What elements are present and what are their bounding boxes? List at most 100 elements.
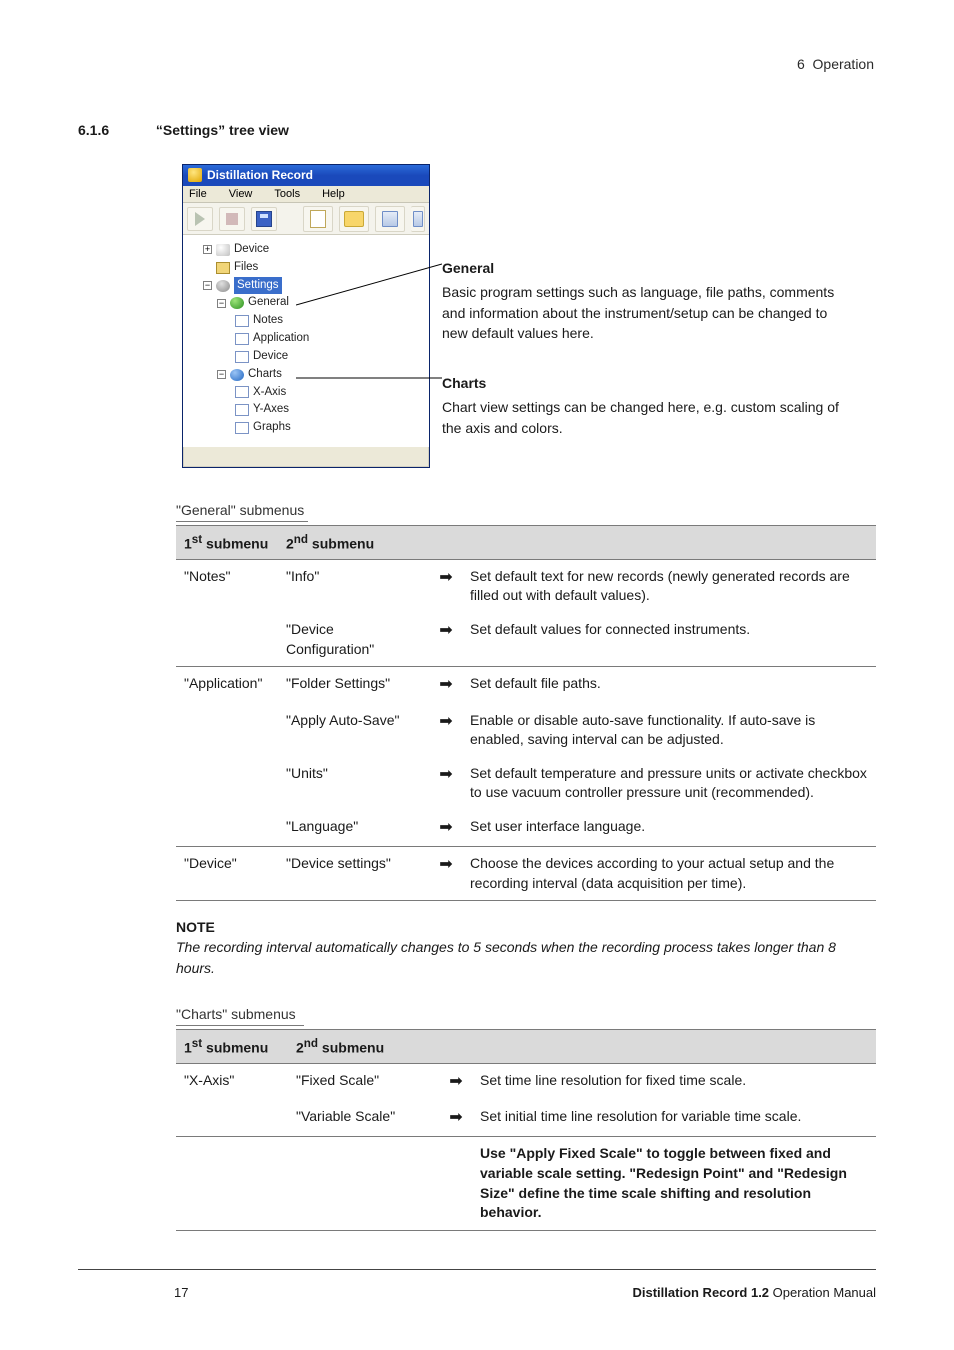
col2-head: 2nd submenu <box>288 1030 440 1064</box>
gear-icon <box>216 280 230 292</box>
c1-cell: "Notes" <box>176 559 278 613</box>
tree-item-yaxes[interactable]: Y-Axes <box>189 401 423 419</box>
c2-cell: "Device Configuration" <box>278 613 430 667</box>
arrow-cell: ➡ <box>440 1100 472 1137</box>
arrow-icon: ➡ <box>439 766 452 783</box>
device-icon <box>216 244 230 256</box>
tree-item-graphs[interactable]: Graphs <box>189 419 423 437</box>
document-icon <box>310 210 326 228</box>
desc-cell: Set time line resolution for fixed time … <box>472 1063 876 1100</box>
c2-cell: "Device settings" <box>278 847 430 901</box>
c1-cell: "Application" <box>176 667 278 704</box>
table-row: "Device Configuration"➡Set default value… <box>176 613 876 667</box>
panel-button[interactable] <box>375 206 405 232</box>
folder-icon <box>344 211 364 227</box>
collapse-icon[interactable]: − <box>203 281 212 290</box>
menu-help[interactable]: Help <box>322 188 345 200</box>
c1-cell <box>176 757 278 810</box>
toolbar <box>183 203 429 235</box>
menu-view[interactable]: View <box>229 188 253 200</box>
footer-rule <box>78 1269 876 1270</box>
play-button[interactable] <box>187 207 213 231</box>
col-arrow-head <box>430 526 462 560</box>
desc-cell: Set initial time line resolution for var… <box>472 1100 876 1137</box>
section-heading: 6.1.6 “Settings” tree view <box>78 122 876 138</box>
page-icon <box>235 422 249 434</box>
tree-item-settings[interactable]: −Settings <box>189 277 423 295</box>
table-caption: "Charts" submenus <box>176 1006 304 1026</box>
menu-file[interactable]: File <box>189 188 207 200</box>
col-desc-head <box>462 526 876 560</box>
arrow-icon: ➡ <box>449 1073 462 1090</box>
c2-cell: "Info" <box>278 559 430 613</box>
tree-item-files[interactable]: Files <box>189 259 423 277</box>
expand-icon[interactable]: + <box>203 245 212 254</box>
col-arrow-head <box>440 1030 472 1064</box>
c2-cell: "Units" <box>278 757 430 810</box>
arrow-icon: ➡ <box>449 1109 462 1126</box>
new-button[interactable] <box>303 206 333 232</box>
c1-cell <box>176 810 278 847</box>
callout-body: Basic program settings such as language,… <box>442 282 852 343</box>
app-screenshot: Distillation Record File View Tools Help… <box>182 164 430 468</box>
menu-tools[interactable]: Tools <box>274 188 300 200</box>
panel-icon <box>413 211 423 227</box>
callout-title: Charts <box>442 373 852 393</box>
tree-item-application[interactable]: Application <box>189 330 423 348</box>
arrow-cell: ➡ <box>430 613 462 667</box>
desc-cell: Set default file paths. <box>462 667 876 704</box>
note-block: NOTE The recording interval automaticall… <box>176 919 876 978</box>
desc-cell: Enable or disable auto-save functionalit… <box>462 704 876 757</box>
table-row: "Apply Auto-Save"➡Enable or disable auto… <box>176 704 876 757</box>
tree-item-general[interactable]: −General <box>189 294 423 312</box>
col1-head: 1st submenu <box>176 1030 288 1064</box>
c2-cell: "Apply Auto-Save" <box>278 704 430 757</box>
menubar[interactable]: File View Tools Help <box>183 186 429 203</box>
running-head: 6 Operation <box>78 56 876 72</box>
files-icon <box>216 262 230 274</box>
tree-item-xaxis[interactable]: X-Axis <box>189 384 423 402</box>
save-button[interactable] <box>251 207 277 231</box>
table-row: "Application""Folder Settings"➡Set defau… <box>176 667 876 704</box>
general-table: 1st submenu 2nd submenu "Notes""Info"➡Se… <box>176 525 876 901</box>
arrow-icon: ➡ <box>439 569 452 586</box>
c1-cell <box>176 1100 288 1137</box>
charts-table: 1st submenu 2nd submenu "X-Axis""Fixed S… <box>176 1029 876 1231</box>
open-button[interactable] <box>339 206 369 232</box>
c1-cell <box>176 613 278 667</box>
panel-button-2[interactable] <box>411 206 425 232</box>
arrow-icon: ➡ <box>439 622 452 639</box>
arrow-icon: ➡ <box>439 856 452 873</box>
section-title: “Settings” tree view <box>156 122 289 138</box>
desc-cell: Choose the devices according to your act… <box>462 847 876 901</box>
col1-head: 1st submenu <box>176 526 278 560</box>
stop-icon <box>226 213 238 225</box>
table-row: "X-Axis""Fixed Scale"➡Set time line reso… <box>176 1063 876 1100</box>
table-row: "Variable Scale"➡Set initial time line r… <box>176 1100 876 1137</box>
play-icon <box>195 212 205 226</box>
panel-icon <box>382 211 398 227</box>
arrow-cell: ➡ <box>440 1063 472 1100</box>
table-row: "Language"➡Set user interface language. <box>176 810 876 847</box>
tree-item-device2[interactable]: Device <box>189 348 423 366</box>
collapse-icon[interactable]: − <box>217 299 226 308</box>
page-icon <box>235 315 249 327</box>
floppy-icon <box>256 211 272 227</box>
c2-cell: "Folder Settings" <box>278 667 430 704</box>
arrow-cell: ➡ <box>430 667 462 704</box>
tree-item-notes[interactable]: Notes <box>189 312 423 330</box>
note-heading: NOTE <box>176 919 876 935</box>
titlebar: Distillation Record <box>183 165 429 186</box>
c2-cell: "Language" <box>278 810 430 847</box>
callout-body: Chart view settings can be changed here,… <box>442 397 852 438</box>
c1-cell: "X-Axis" <box>176 1063 288 1100</box>
stop-button[interactable] <box>219 207 245 231</box>
app-icon <box>188 168 202 182</box>
tree-item-charts[interactable]: −Charts <box>189 366 423 384</box>
charts-tip-row: Use "Apply Fixed Scale" to toggle betwee… <box>176 1137 876 1230</box>
tree-view[interactable]: +Device Files −Settings −General Notes A… <box>183 235 429 447</box>
collapse-icon[interactable]: − <box>217 370 226 379</box>
tree-item-device[interactable]: +Device <box>189 241 423 259</box>
callout-title: General <box>442 258 852 278</box>
table-row: "Device""Device settings"➡Choose the dev… <box>176 847 876 901</box>
